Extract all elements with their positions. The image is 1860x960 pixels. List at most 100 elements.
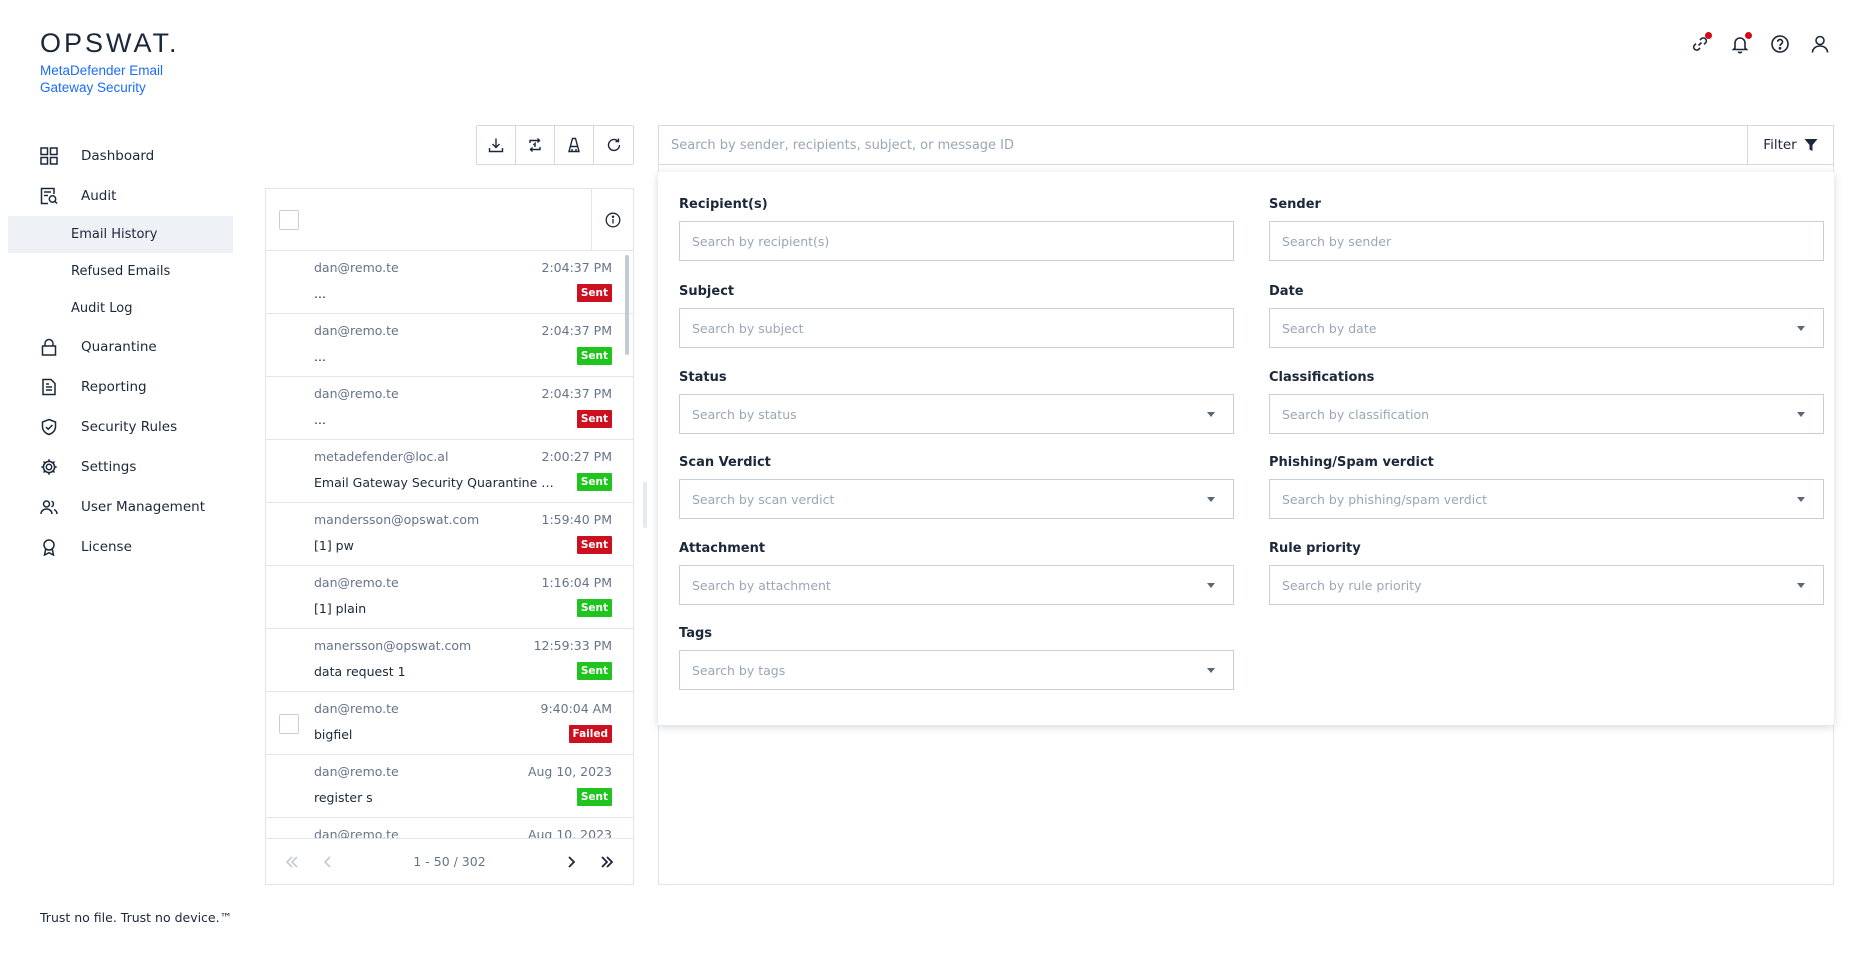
email-row[interactable]: mandersson@opswat.com 1:59:40 PM [1] pw Sen… [266, 503, 633, 566]
status-badge: Sent [576, 473, 612, 491]
date-select[interactable] [1269, 308, 1824, 348]
award-icon [40, 538, 58, 556]
sidebar-item-label: User Management [81, 499, 205, 515]
sidebar-item-reporting[interactable]: Reporting [8, 367, 233, 407]
bell-icon[interactable] [1730, 32, 1752, 54]
info-button[interactable] [591, 189, 633, 250]
row-time: 2:04:37 PM [541, 323, 612, 338]
email-row[interactable]: dan@remo.te 2:04:37 PM... Sent [266, 251, 633, 314]
filter-phishing-spam-verdict: Phishing/Spam verdict [1269, 455, 1824, 519]
filter-rule-priority: Rule priority [1269, 541, 1824, 605]
sidebar-item-security-rules[interactable]: Security Rules [8, 407, 233, 447]
phishing-spam-verdict-select[interactable] [1269, 479, 1824, 519]
sidebar-item-audit-log[interactable]: Audit Log [8, 290, 233, 327]
recipient-s-field[interactable] [692, 233, 1221, 249]
user-icon[interactable] [1810, 34, 1830, 54]
email-row[interactable]: dan@remo.te Aug 10, 2023 [266, 818, 633, 839]
sidebar-item-license[interactable]: License [8, 527, 233, 567]
sidebar-item-quarantine[interactable]: Quarantine [8, 327, 233, 367]
next-page-button[interactable] [553, 844, 589, 880]
header-actions [1690, 32, 1830, 54]
sender-field[interactable] [1282, 233, 1811, 249]
logo-wordmark: OPSWAT. [40, 28, 180, 58]
tags-field[interactable] [692, 662, 1221, 678]
sender-input[interactable] [1269, 221, 1824, 261]
status-field[interactable] [692, 406, 1221, 422]
sidebar-item-refused-emails[interactable]: Refused Emails [8, 253, 233, 290]
row-time: 1:16:04 PM [541, 575, 612, 590]
row-subject: [1] plain [314, 601, 367, 616]
link-icon[interactable] [1690, 32, 1712, 54]
brand-logo[interactable]: OPSWAT. MetaDefender Email Gateway Secur… [40, 28, 180, 96]
help-icon[interactable] [1770, 34, 1790, 54]
status-badge: Sent [576, 536, 612, 554]
select-all-checkbox[interactable] [279, 210, 299, 230]
filter-button[interactable]: Filter [1747, 126, 1833, 164]
prev-page-button[interactable] [310, 844, 346, 880]
email-row[interactable]: manersson@opswat.com 12:59:33 PM data requ… [266, 629, 633, 692]
sidebar-item-dashboard[interactable]: Dashboard [8, 136, 233, 176]
sidebar-item-label: Audit Log [71, 301, 133, 316]
row-time: 2:04:37 PM [541, 260, 612, 275]
row-time: 2:00:27 PM [541, 449, 612, 464]
row-subject: register s [314, 790, 373, 805]
sidebar-item-user-management[interactable]: User Management [8, 487, 233, 527]
footer-tagline: Trust no file. Trust no device.™ [40, 910, 233, 925]
email-row[interactable]: dan@remo.te 9:40:04 AM bigfiel Failed [266, 692, 633, 755]
status-select[interactable] [679, 394, 1234, 434]
phishing-spam-verdict-field[interactable] [1282, 491, 1811, 507]
filter-label: Status [679, 370, 727, 385]
sync-button[interactable] [516, 126, 555, 164]
refresh-button[interactable] [594, 126, 633, 164]
search-bar: Filter [658, 125, 1834, 165]
filter-label: Date [1269, 284, 1304, 299]
row-subject: ... [314, 349, 326, 364]
row-time: Aug 10, 2023 [527, 764, 612, 779]
pagination: 1 - 50 / 302 [266, 838, 633, 884]
clear-button[interactable] [555, 126, 594, 164]
chevron-down-icon [1797, 497, 1805, 502]
row-checkbox[interactable] [279, 714, 299, 734]
recipient-s-input[interactable] [679, 221, 1234, 261]
rule-priority-select[interactable] [1269, 565, 1824, 605]
email-row[interactable]: dan@remo.te 2:04:37 PM... Sent [266, 314, 633, 377]
notification-dot [1745, 32, 1752, 39]
sidebar-item-settings[interactable]: Settings [8, 447, 233, 487]
sidebar-item-email-history[interactable]: Email History [8, 216, 233, 253]
row-time: 2:04:37 PM [541, 386, 612, 401]
rule-priority-field[interactable] [1282, 577, 1811, 593]
scan-verdict-select[interactable] [679, 479, 1234, 519]
sidebar-item-label: License [81, 539, 132, 555]
search-input[interactable] [659, 126, 1747, 164]
subject-input[interactable] [679, 308, 1234, 348]
tags-select[interactable] [679, 650, 1234, 690]
row-sender: dan@remo.te [314, 323, 399, 338]
first-page-button[interactable] [274, 844, 310, 880]
clear-icon [566, 137, 582, 153]
email-row[interactable]: metadefender@loc.al 2:00:27 PM Email Gatew… [266, 440, 633, 503]
filter-sender: Sender [1269, 197, 1824, 261]
email-list: dan@remo.te 2:04:37 PM... Sent dan@remo.te 2… [266, 251, 633, 839]
sidebar-item-audit[interactable]: Audit [8, 176, 233, 216]
email-list-panel: dan@remo.te 2:04:37 PM... Sent dan@remo.te 2… [265, 188, 634, 885]
email-row[interactable]: dan@remo.te 1:16:04 PM [1] plain Sent [266, 566, 633, 629]
date-field[interactable] [1282, 320, 1811, 336]
classifications-field[interactable] [1282, 406, 1811, 422]
sidebar-item-label: Security Rules [81, 419, 178, 435]
chevron-right-icon [563, 854, 579, 870]
filter-label: Filter [1763, 137, 1797, 153]
subject-field[interactable] [692, 320, 1221, 336]
list-scrollbar[interactable] [625, 255, 629, 355]
email-row[interactable]: dan@remo.te Aug 10, 2023 register s Sent [266, 755, 633, 818]
attachment-select[interactable] [679, 565, 1234, 605]
row-time: 12:59:33 PM [533, 638, 612, 653]
download-button[interactable] [477, 126, 516, 164]
last-page-button[interactable] [589, 844, 625, 880]
attachment-field[interactable] [692, 577, 1221, 593]
classifications-select[interactable] [1269, 394, 1824, 434]
row-subject: ... [314, 286, 326, 301]
panel-resize-handle[interactable] [643, 482, 647, 528]
email-row[interactable]: dan@remo.te 2:04:37 PM... Sent [266, 377, 633, 440]
scan-verdict-field[interactable] [692, 491, 1221, 507]
email-list-header [266, 189, 633, 251]
